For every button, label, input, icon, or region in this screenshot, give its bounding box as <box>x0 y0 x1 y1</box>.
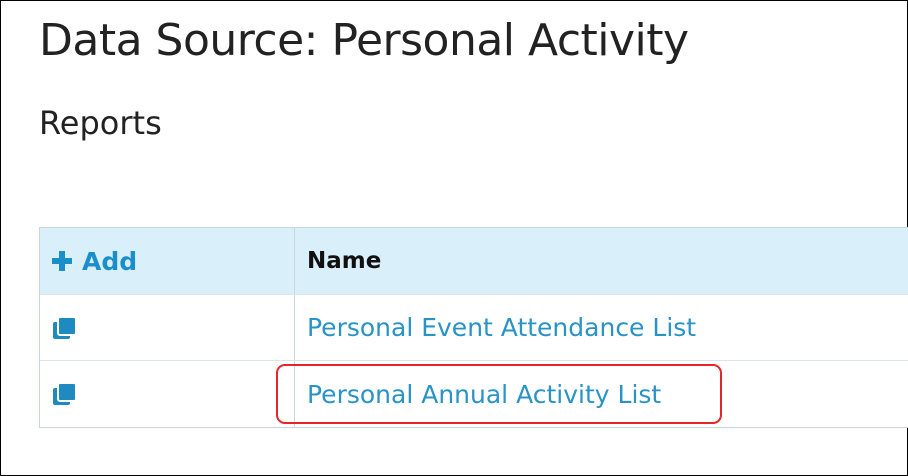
add-label: Add <box>82 246 138 276</box>
report-link[interactable]: Personal Annual Activity List <box>307 380 661 409</box>
row-action-cell <box>40 295 295 360</box>
table-row: Personal Event Attendance List <box>40 295 908 361</box>
table-row: Personal Annual Activity List <box>40 361 908 427</box>
reports-table: Add Name Personal Event Attendance List <box>39 227 908 428</box>
row-name-cell: Personal Event Attendance List <box>295 295 908 360</box>
header-action-cell: Add <box>40 228 295 294</box>
copy-icon[interactable] <box>52 315 78 341</box>
row-action-cell <box>40 361 295 427</box>
table-header-row: Add Name <box>40 228 908 295</box>
copy-icon[interactable] <box>52 381 78 407</box>
add-button[interactable]: Add <box>50 247 137 276</box>
section-title: Reports <box>39 104 162 142</box>
name-column-header: Name <box>307 248 382 274</box>
screenshot-frame: Data Source: Personal Activity Reports A… <box>0 0 908 476</box>
page-title: Data Source: Personal Activity <box>39 15 689 66</box>
plus-icon <box>52 251 72 271</box>
row-name-cell: Personal Annual Activity List <box>295 361 908 427</box>
report-link[interactable]: Personal Event Attendance List <box>307 313 696 342</box>
header-name-cell[interactable]: Name <box>295 228 908 294</box>
